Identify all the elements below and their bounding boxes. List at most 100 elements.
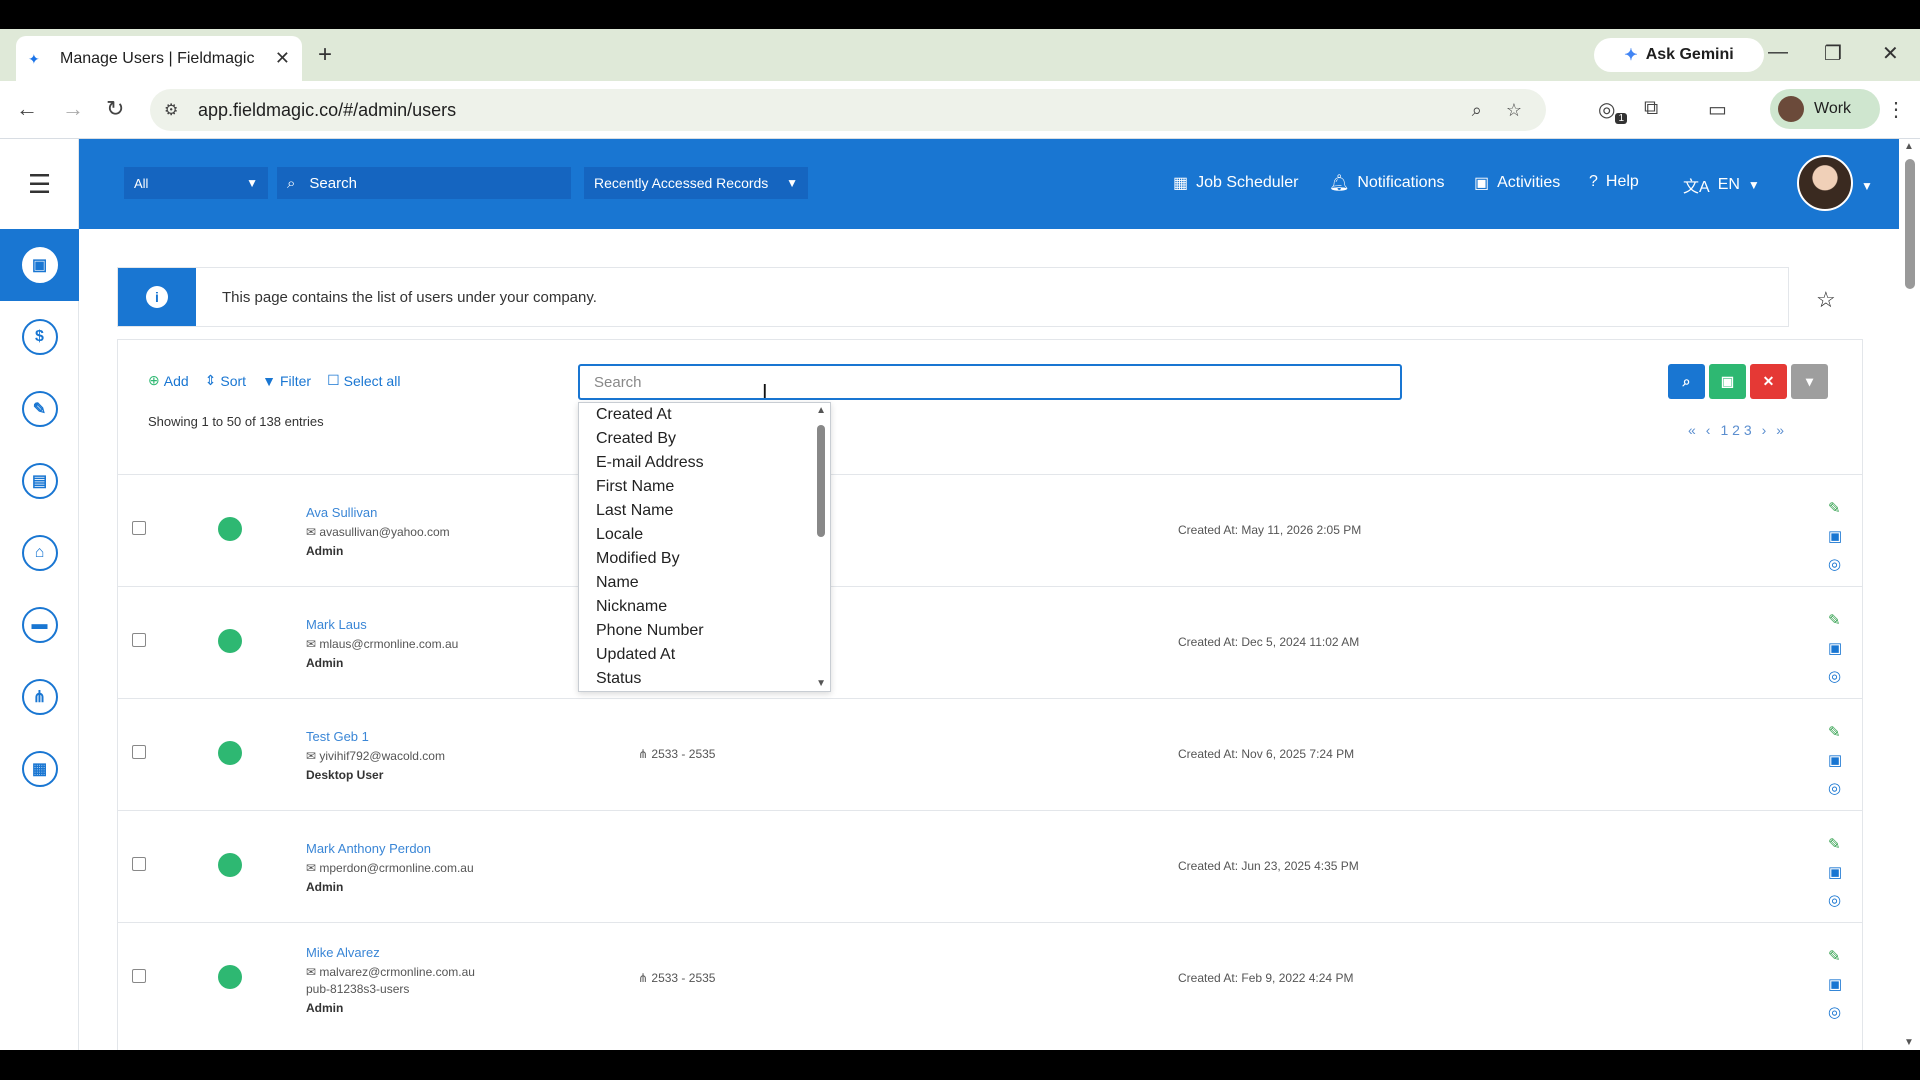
restore-icon[interactable]: ❐ <box>1824 41 1842 66</box>
new-tab-icon[interactable]: + <box>318 41 332 69</box>
user-name-link[interactable]: Ava Sullivan <box>306 505 377 520</box>
scroll-up-icon[interactable]: ▲ <box>1904 141 1914 152</box>
hamburger-menu-icon[interactable]: ☰ <box>0 139 79 229</box>
more-options-button[interactable]: ▾ <box>1791 364 1828 399</box>
last-page-icon[interactable]: » <box>1776 422 1784 438</box>
sidebar-item-jobs[interactable]: ▤ <box>0 445 79 517</box>
sort-button[interactable]: ⇕ Sort <box>205 372 246 389</box>
site-info-icon[interactable]: ⚙ <box>164 100 186 120</box>
fingerprint-icon[interactable]: ◎ <box>1828 779 1842 797</box>
edit-pencil-icon[interactable]: ✎ <box>1828 499 1842 517</box>
fingerprint-icon[interactable]: ◎ <box>1828 555 1842 573</box>
dropdown-option[interactable]: Name <box>579 571 830 595</box>
job-scheduler-link[interactable]: ▦ Job Scheduler <box>1173 173 1298 193</box>
ask-gemini-button[interactable]: ✦ Ask Gemini <box>1594 38 1764 72</box>
dropdown-option[interactable]: Modified By <box>579 547 830 571</box>
global-search-input[interactable]: ⌕ Search <box>277 167 571 199</box>
user-card-icon[interactable]: ▣ <box>1828 751 1842 769</box>
page-numbers[interactable]: 1 2 3 <box>1720 422 1751 438</box>
browser-menu-icon[interactable]: ⋮ <box>1886 97 1906 122</box>
dropdown-scrollbar-thumb[interactable] <box>817 425 825 537</box>
fingerprint-icon[interactable]: ◎ <box>1828 667 1842 685</box>
activities-link[interactable]: ▣ Activities <box>1474 173 1560 193</box>
close-window-icon[interactable]: ✕ <box>1882 41 1899 66</box>
search-button[interactable]: ⌕ <box>1668 364 1705 399</box>
search-scope-select[interactable]: All ▼ <box>124 167 268 199</box>
row-checkbox[interactable] <box>132 633 146 647</box>
favorite-star-icon[interactable]: ☆ <box>1816 287 1836 313</box>
user-name-link[interactable]: Mike Alvarez <box>306 945 380 960</box>
reload-icon[interactable]: ↻ <box>106 96 124 122</box>
row-checkbox[interactable] <box>132 521 146 535</box>
user-card-icon[interactable]: ▣ <box>1828 863 1842 881</box>
scroll-down-icon[interactable]: ▼ <box>1904 1037 1914 1048</box>
user-name-link[interactable]: Test Geb 1 <box>306 729 369 744</box>
sidebar-item-reports[interactable]: ▦ <box>0 733 79 805</box>
edit-pencil-icon[interactable]: ✎ <box>1828 723 1842 741</box>
sidebar-item-workflow[interactable]: ⋔ <box>0 661 79 733</box>
user-card-icon[interactable]: ▣ <box>1828 975 1842 993</box>
row-checkbox[interactable] <box>132 745 146 759</box>
sidebar-item-tools[interactable]: ✎ <box>0 373 79 445</box>
dropdown-option[interactable]: Created At <box>579 403 830 427</box>
dropdown-option[interactable]: First Name <box>579 475 830 499</box>
sidebar-item-folder[interactable]: ▬ <box>0 589 79 661</box>
notifications-link[interactable]: 🔔︎ Notifications <box>1329 173 1444 193</box>
table-row: Mark Laus ✉ mlaus@crmonline.com.au Admin… <box>118 586 1862 698</box>
sidebar-item-users[interactable]: ▣ <box>0 229 79 301</box>
dropdown-option[interactable]: Updated At <box>579 643 830 667</box>
dropdown-option[interactable]: Locale <box>579 523 830 547</box>
save-filter-button[interactable]: ▣ <box>1709 364 1746 399</box>
page-scrollbar-thumb[interactable] <box>1905 159 1915 289</box>
user-card-icon[interactable]: ▣ <box>1828 639 1842 657</box>
dropdown-option[interactable]: Phone Number <box>579 619 830 643</box>
edit-pencil-icon[interactable]: ✎ <box>1828 947 1842 965</box>
add-button[interactable]: ⊕ Add <box>148 372 189 389</box>
list-search-input[interactable]: Search <box>578 364 1402 400</box>
sidebar-item-store[interactable]: ⌂ <box>0 517 79 589</box>
next-page-icon[interactable]: › <box>1762 422 1767 438</box>
row-checkbox[interactable] <box>132 969 146 983</box>
sidebar-item-finance[interactable]: $ <box>0 301 79 373</box>
scroll-down-icon[interactable]: ▼ <box>816 678 826 689</box>
profile-button[interactable]: Work <box>1770 89 1880 129</box>
back-icon[interactable]: ← <box>16 96 38 122</box>
first-page-icon[interactable]: « <box>1688 422 1696 438</box>
clear-button[interactable]: ✕ <box>1750 364 1787 399</box>
language-dropdown[interactable]: 文A EN ▼ <box>1683 173 1760 197</box>
row-checkbox[interactable] <box>132 857 146 871</box>
help-link[interactable]: ? Help <box>1589 173 1639 191</box>
page-scrollbar[interactable]: ▲ ▼ <box>1899 139 1920 1050</box>
url-text[interactable]: app.fieldmagic.co/#/admin/users <box>198 100 1472 121</box>
media-icon[interactable]: ▭ <box>1708 97 1727 122</box>
extension-badge-icon[interactable]: ◎ 1 <box>1598 97 1628 124</box>
fingerprint-icon[interactable]: ◎ <box>1828 891 1842 909</box>
dropdown-option[interactable]: E-mail Address <box>579 451 830 475</box>
minimize-icon[interactable]: — <box>1768 41 1788 64</box>
user-card-icon[interactable]: ▣ <box>1828 527 1842 545</box>
select-all-button[interactable]: ☐ Select all <box>327 372 400 389</box>
user-avatar[interactable] <box>1797 155 1853 211</box>
bookmark-star-icon[interactable]: ☆ <box>1506 100 1522 121</box>
omnibox[interactable]: ⚙ app.fieldmagic.co/#/admin/users ⌕ ☆ <box>150 89 1546 131</box>
prev-page-icon[interactable]: ‹ <box>1706 422 1711 438</box>
fingerprint-icon[interactable]: ◎ <box>1828 1003 1842 1021</box>
browser-tab[interactable]: ✦ Manage Users | Fieldmagic ✕ <box>16 36 302 81</box>
close-tab-icon[interactable]: ✕ <box>275 48 290 69</box>
filter-button[interactable]: ▼ Filter <box>262 372 311 389</box>
search-field-dropdown[interactable]: Created At Created By E-mail Address Fir… <box>578 402 831 692</box>
user-name-link[interactable]: Mark Laus <box>306 617 367 632</box>
dropdown-option[interactable]: Created By <box>579 427 830 451</box>
recent-records-dropdown[interactable]: Recently Accessed Records ▼ <box>584 167 808 199</box>
dropdown-option[interactable]: Nickname <box>579 595 830 619</box>
forward-icon[interactable]: → <box>62 96 84 122</box>
dropdown-option[interactable]: Last Name <box>579 499 830 523</box>
avatar-caret-icon[interactable]: ▼ <box>1861 179 1873 193</box>
dropdown-option[interactable]: Status <box>579 667 830 691</box>
zoom-icon[interactable]: ⌕ <box>1472 100 1482 121</box>
extensions-icon[interactable]: ⧉ <box>1644 97 1658 120</box>
edit-pencil-icon[interactable]: ✎ <box>1828 611 1842 629</box>
user-name-link[interactable]: Mark Anthony Perdon <box>306 841 431 856</box>
scroll-up-icon[interactable]: ▲ <box>816 405 826 416</box>
edit-pencil-icon[interactable]: ✎ <box>1828 835 1842 853</box>
